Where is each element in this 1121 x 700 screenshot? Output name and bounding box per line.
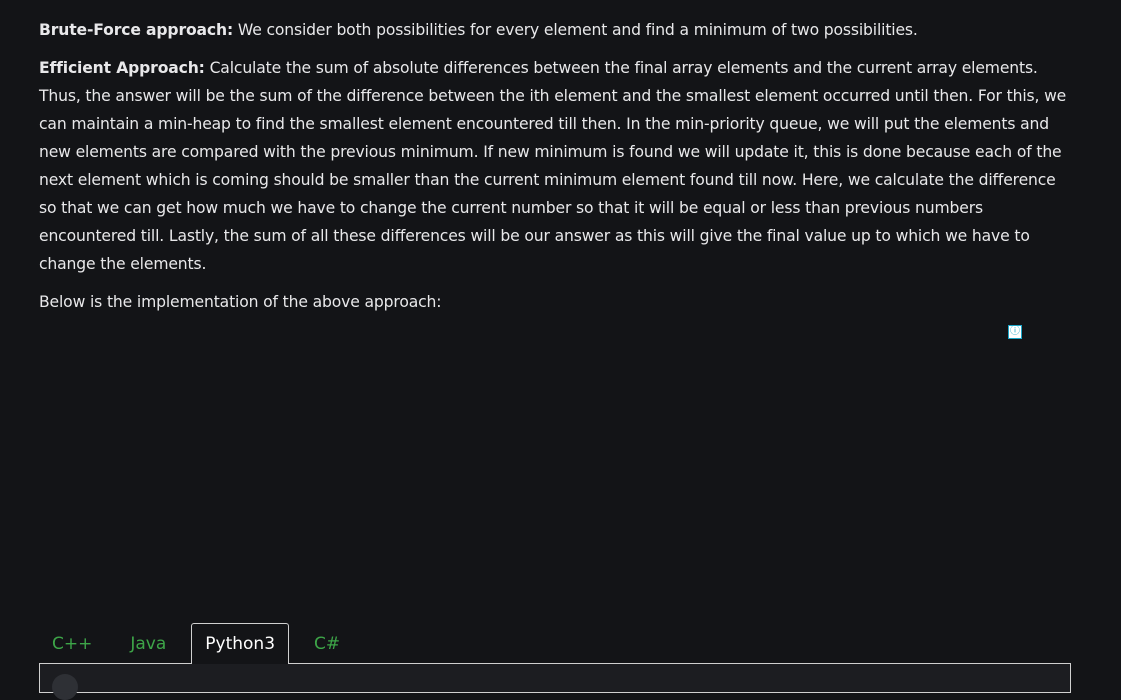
efficient-approach-label: Efficient Approach: <box>39 59 205 77</box>
tab-java[interactable]: Java <box>117 624 179 664</box>
code-toolbar-button[interactable] <box>52 674 78 700</box>
tab-python3[interactable]: Python3 <box>191 623 290 664</box>
efficient-approach-text: Calculate the sum of absolute difference… <box>39 59 1067 273</box>
brute-force-label: Brute-Force approach: <box>39 21 234 39</box>
efficient-approach-paragraph: Efficient Approach: Calculate the sum of… <box>39 54 1071 278</box>
implementation-intro: Below is the implementation of the above… <box>39 293 442 311</box>
code-language-tabs: C++ Java Python3 C# <box>39 623 353 664</box>
brute-force-paragraph: Brute-Force approach: We consider both p… <box>39 16 1071 44</box>
code-panel <box>39 663 1071 700</box>
brute-force-text: We consider both possibilities for every… <box>233 21 918 39</box>
tab-csharp[interactable]: C# <box>301 624 353 664</box>
tab-cpp[interactable]: C++ <box>39 624 105 664</box>
article-body: Brute-Force approach: We consider both p… <box>39 16 1071 316</box>
info-icon[interactable]: ⓘ <box>1008 325 1022 339</box>
